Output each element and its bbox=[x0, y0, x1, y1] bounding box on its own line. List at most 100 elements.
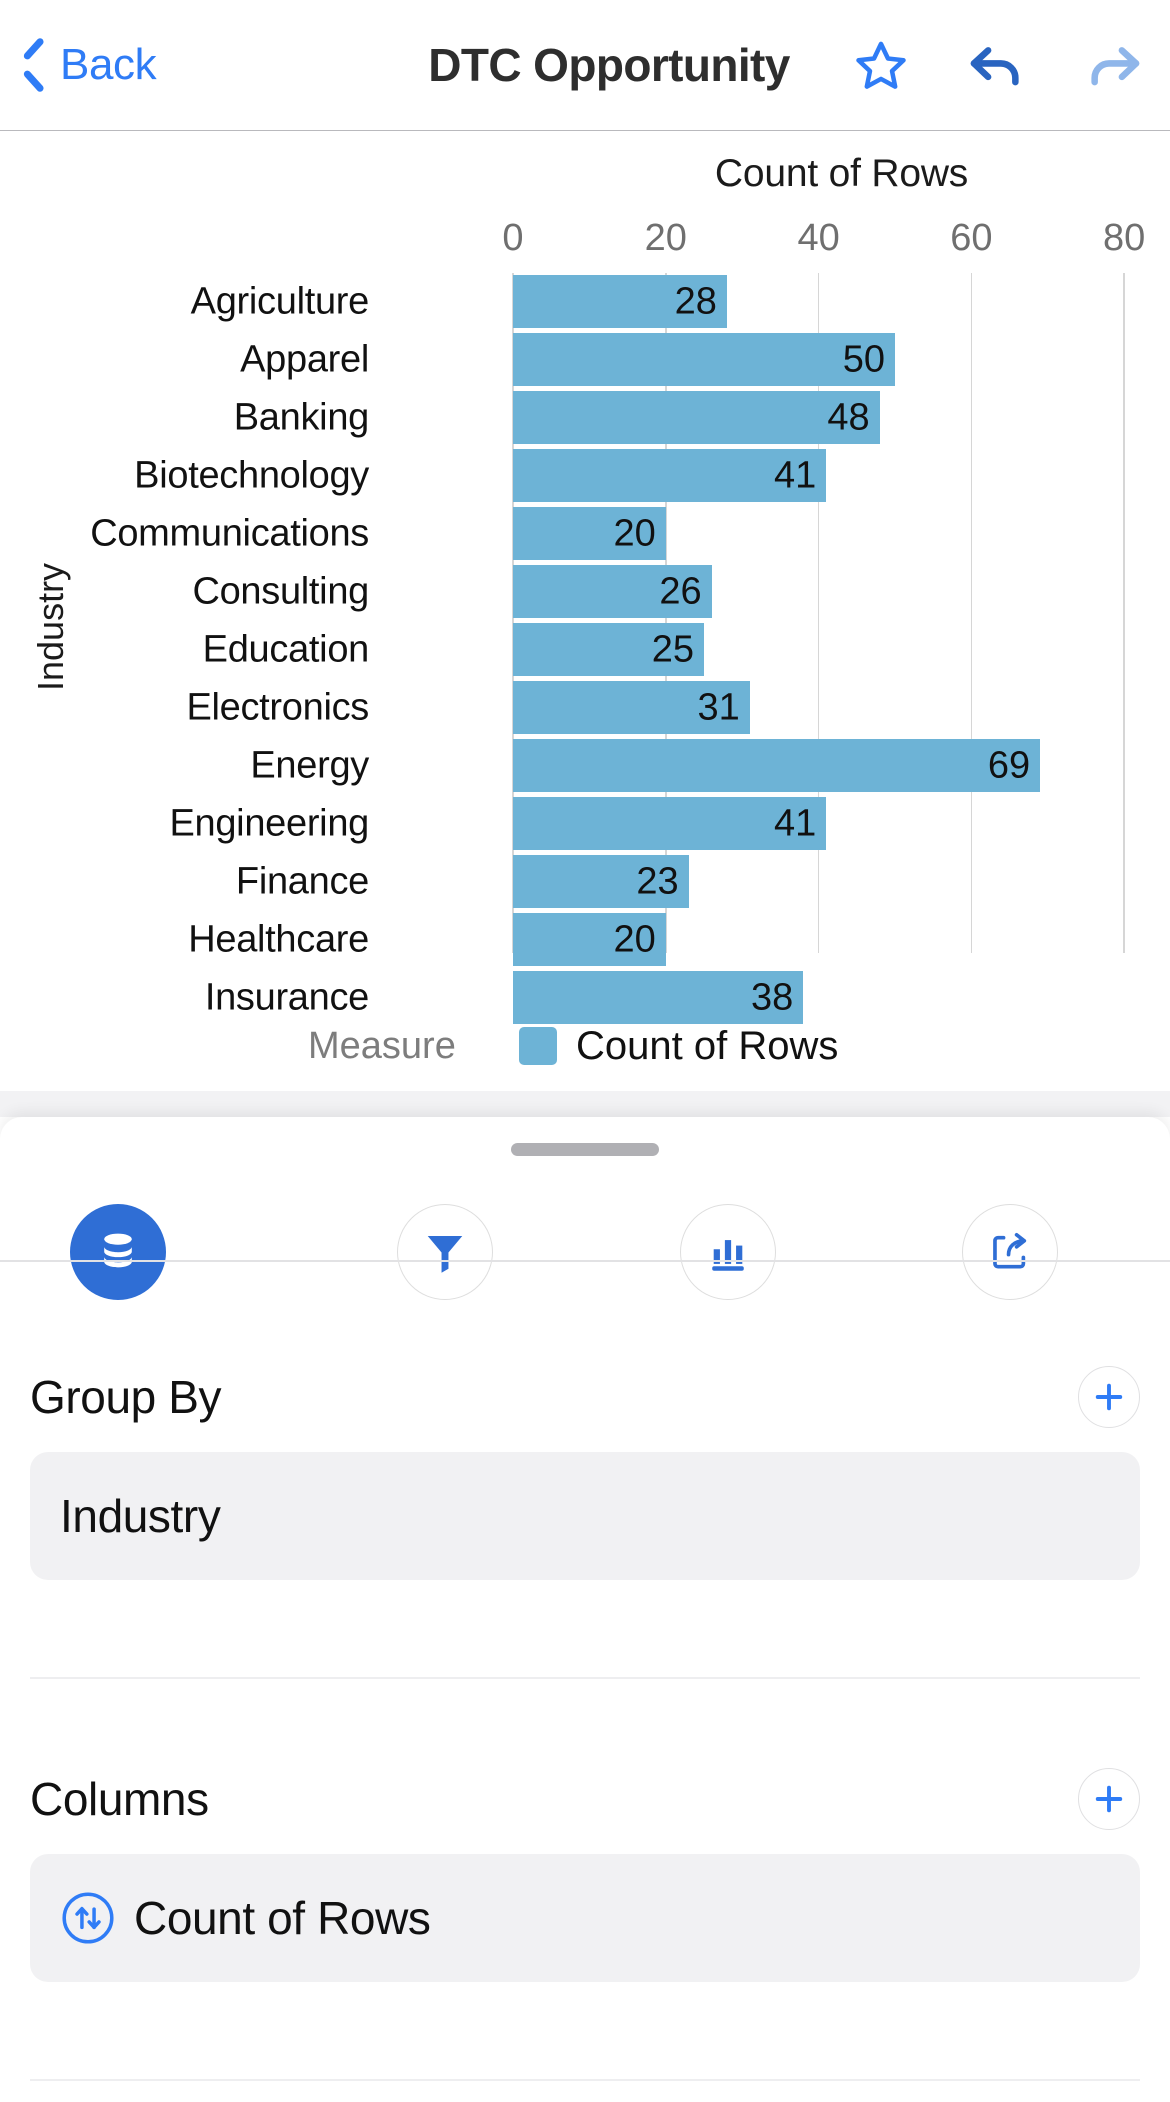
bar-category-label: Biotechnology bbox=[134, 454, 369, 497]
bar-category-label: Agriculture bbox=[190, 280, 370, 323]
navbar-actions bbox=[854, 38, 1144, 92]
x-tick-label: 80 bbox=[1103, 217, 1146, 259]
x-tick-label: 40 bbox=[797, 217, 840, 259]
bar-category-label: Finance bbox=[235, 860, 369, 903]
legend-entry-label: Count of Rows bbox=[576, 1023, 839, 1068]
bar-row[interactable]: Electronics 31 bbox=[0, 679, 1170, 737]
bar-row[interactable]: Banking 48 bbox=[0, 389, 1170, 447]
bar-value-label: 20 bbox=[613, 918, 656, 960]
bottom-sheet: Group By Industry Columns Count of Rows bbox=[0, 1117, 1170, 2102]
redo-arrow-icon[interactable] bbox=[1084, 38, 1144, 92]
bar-row[interactable]: Finance 23 bbox=[0, 853, 1170, 911]
back-button[interactable]: Back bbox=[22, 40, 157, 90]
bar-category-label: Education bbox=[202, 628, 370, 671]
bar[interactable]: 26 bbox=[513, 565, 712, 618]
add-group-by-button[interactable] bbox=[1078, 1366, 1140, 1428]
x-tick-label: 0 bbox=[502, 217, 524, 259]
bar[interactable]: 50 bbox=[513, 333, 895, 386]
bar[interactable]: 69 bbox=[513, 739, 1041, 792]
x-axis-ticks: 0 20 40 60 80 bbox=[0, 217, 1170, 261]
share-tab[interactable] bbox=[962, 1204, 1058, 1300]
bar-row[interactable]: Biotechnology 41 bbox=[0, 447, 1170, 505]
bar[interactable]: 20 bbox=[513, 913, 666, 966]
sheet-toolbar bbox=[0, 1177, 1170, 1327]
bar-row[interactable]: Engineering 41 bbox=[0, 795, 1170, 853]
legend-caption: Measure bbox=[308, 1024, 456, 1067]
bar-value-label: 20 bbox=[613, 512, 656, 554]
filter-tab[interactable] bbox=[397, 1204, 493, 1300]
bar-category-label: Engineering bbox=[169, 802, 369, 845]
bar-value-label: 41 bbox=[773, 802, 817, 844]
add-column-button[interactable] bbox=[1078, 1768, 1140, 1830]
database-icon bbox=[104, 1233, 132, 1268]
bar[interactable]: 28 bbox=[513, 275, 727, 328]
bar[interactable]: 48 bbox=[513, 391, 880, 444]
bar-category-label: Consulting bbox=[192, 570, 369, 613]
chevron-left-icon bbox=[22, 43, 48, 87]
group-by-chip-industry[interactable]: Industry bbox=[30, 1452, 1140, 1580]
bar-category-label: Energy bbox=[250, 744, 369, 787]
bar-value-label: 48 bbox=[827, 396, 870, 438]
group-by-chip-label: Industry bbox=[60, 1490, 221, 1542]
chart-legend: Measure Count of Rows bbox=[0, 1011, 1170, 1081]
back-button-label: Back bbox=[60, 40, 157, 89]
x-tick-label: 60 bbox=[950, 217, 993, 259]
plus-icon bbox=[1095, 1785, 1123, 1813]
columns-title: Columns bbox=[30, 1773, 209, 1825]
filter-funnel-icon bbox=[427, 1236, 463, 1273]
bar-value-label: 25 bbox=[651, 628, 694, 670]
bar[interactable]: 20 bbox=[513, 507, 666, 560]
chart-tab[interactable] bbox=[680, 1204, 776, 1300]
columns-section: Columns Count of Rows bbox=[0, 1744, 1170, 1982]
bar-row[interactable]: Energy 69 bbox=[0, 737, 1170, 795]
bar[interactable]: 31 bbox=[513, 681, 750, 734]
column-chip-count-of-rows[interactable]: Count of Rows bbox=[30, 1854, 1140, 1982]
bar-chart-icon bbox=[712, 1240, 744, 1271]
bar[interactable]: 41 bbox=[513, 449, 827, 502]
chart-panel[interactable]: Count of Rows 0 20 40 60 80 Industry Agricul… bbox=[0, 131, 1170, 1091]
sheet-divider-1 bbox=[30, 1677, 1140, 1679]
plus-icon bbox=[1095, 1383, 1123, 1411]
bar[interactable]: 23 bbox=[513, 855, 689, 908]
bar-category-label: Healthcare bbox=[188, 918, 369, 961]
toolbar-divider bbox=[0, 1260, 1170, 1262]
data-source-tab[interactable] bbox=[70, 1204, 166, 1300]
sheet-backdrop bbox=[0, 1091, 1170, 1117]
bar-value-label: 41 bbox=[773, 454, 817, 496]
bar[interactable]: 41 bbox=[513, 797, 827, 850]
chart-x-axis-title: Count of Rows bbox=[714, 152, 969, 195]
group-by-section: Group By Industry bbox=[0, 1342, 1170, 1580]
undo-arrow-icon[interactable] bbox=[966, 38, 1026, 92]
bar-value-label: 69 bbox=[987, 744, 1031, 786]
bar-value-label: 50 bbox=[842, 338, 885, 380]
bar[interactable]: 25 bbox=[513, 623, 704, 676]
bar-category-label: Communications bbox=[90, 512, 369, 555]
bar-category-label: Apparel bbox=[240, 338, 369, 381]
column-chip-label: Count of Rows bbox=[134, 1892, 431, 1944]
bar-rows: Agriculture 28 Apparel 50 Banking 48 Biotechno… bbox=[0, 273, 1170, 1027]
plot-area: Agriculture 28 Apparel 50 Banking 48 Biotechno… bbox=[0, 273, 1170, 1024]
opportunity-report-screen: Back DTC Opportunity Count of Rows 0 20 … bbox=[0, 0, 1170, 2102]
legend-swatch bbox=[519, 1027, 557, 1065]
bar-row[interactable]: Healthcare 20 bbox=[0, 911, 1170, 969]
bar-value-label: 31 bbox=[697, 686, 740, 728]
x-tick-label: 20 bbox=[644, 217, 687, 259]
bar-row[interactable]: Consulting 26 bbox=[0, 563, 1170, 621]
group-by-header: Group By bbox=[0, 1342, 1170, 1452]
bar-value-label: 26 bbox=[659, 570, 702, 612]
share-export-icon bbox=[993, 1232, 1027, 1269]
sheet-drag-handle[interactable] bbox=[511, 1143, 659, 1156]
navigation-bar: Back DTC Opportunity bbox=[0, 0, 1170, 131]
bar-row[interactable]: Education 25 bbox=[0, 621, 1170, 679]
star-outline-icon[interactable] bbox=[854, 38, 908, 92]
bar-category-label: Electronics bbox=[186, 686, 369, 729]
bar-row[interactable]: Apparel 50 bbox=[0, 331, 1170, 389]
sheet-divider-2 bbox=[30, 2079, 1140, 2081]
bar-value-label: 23 bbox=[636, 860, 679, 902]
bar-row[interactable]: Agriculture 28 bbox=[0, 273, 1170, 331]
bar-value-label: 28 bbox=[674, 280, 717, 322]
group-by-title: Group By bbox=[30, 1371, 222, 1423]
columns-header: Columns bbox=[0, 1744, 1170, 1854]
bar-row[interactable]: Communications 20 bbox=[0, 505, 1170, 563]
bar-category-label: Banking bbox=[233, 396, 370, 439]
